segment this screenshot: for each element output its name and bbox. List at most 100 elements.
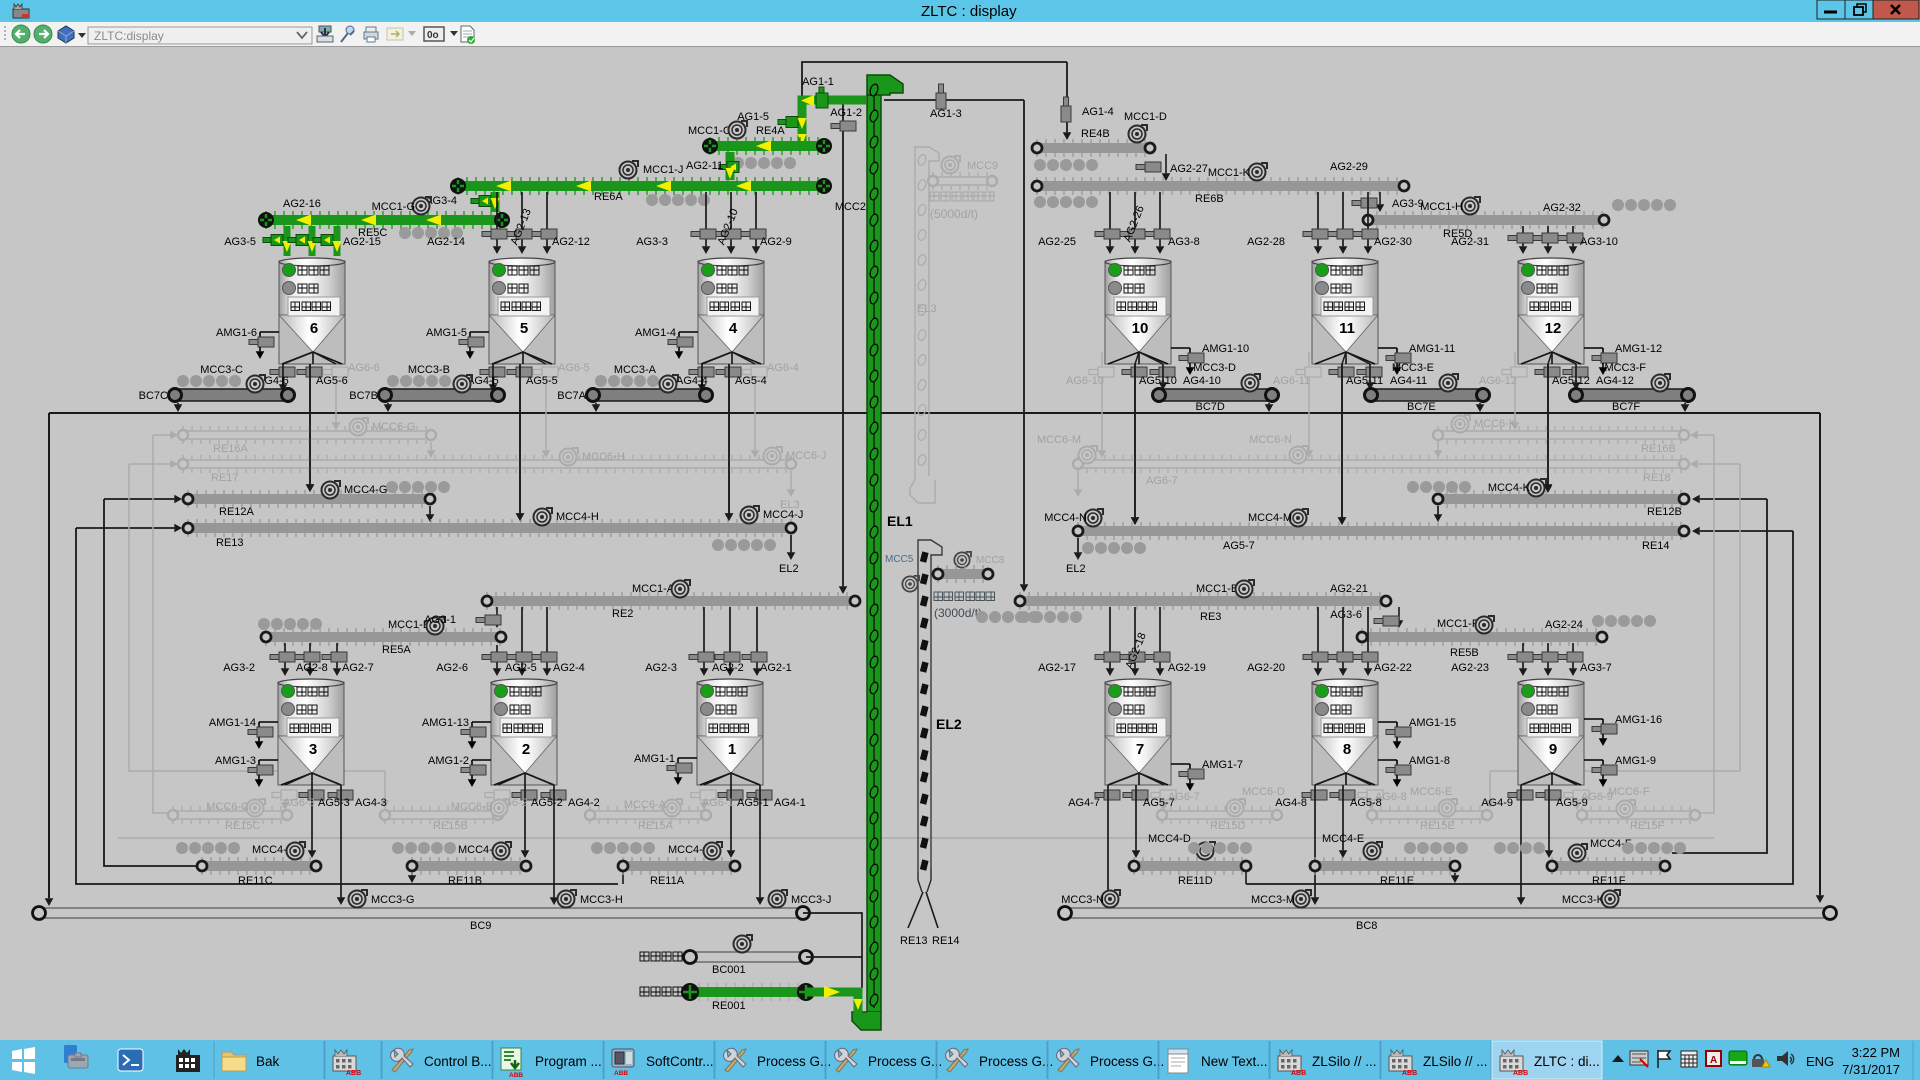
- svg-text:BC9: BC9: [470, 920, 491, 932]
- svg-text:AG5-10: AG5-10: [1139, 375, 1177, 387]
- svg-text:AG4-8: AG4-8: [1275, 797, 1307, 809]
- svg-text:RE15D: RE15D: [1210, 820, 1246, 832]
- svg-text:MCC4-E: MCC4-E: [1322, 833, 1364, 845]
- svg-text:MCC6-C: MCC6-C: [206, 801, 249, 813]
- svg-text:RE12A: RE12A: [219, 506, 255, 518]
- svg-text:AG2-24: AG2-24: [1545, 619, 1583, 631]
- svg-text:AG6-5: AG6-5: [558, 362, 590, 374]
- svg-text:EL2: EL2: [1066, 563, 1086, 575]
- svg-text:AG2-16: AG2-16: [283, 198, 321, 210]
- svg-text:Process G...: Process G...: [1090, 1054, 1164, 1069]
- svg-text:MCC6-N: MCC6-N: [1249, 434, 1292, 446]
- svg-text:RE11F: RE11F: [1592, 875, 1626, 887]
- svg-text:ENG: ENG: [1806, 1054, 1834, 1069]
- svg-text:AMG1-4: AMG1-4: [635, 327, 676, 339]
- svg-text:MCC3-J: MCC3-J: [791, 894, 831, 906]
- svg-text:RE14: RE14: [1642, 540, 1670, 552]
- svg-text:AG6-4: AG6-4: [767, 362, 799, 374]
- svg-text:MCC6-F: MCC6-F: [1608, 786, 1650, 798]
- svg-text:11: 11: [1339, 320, 1355, 337]
- svg-text:AG5-2: AG5-2: [531, 797, 563, 809]
- svg-text:MCC1-H: MCC1-H: [1420, 201, 1463, 213]
- svg-text:BC7B: BC7B: [349, 390, 378, 402]
- svg-text:AG2-7: AG2-7: [342, 662, 374, 674]
- svg-text:12: 12: [1545, 320, 1562, 337]
- svg-text:ABB: ABB: [1513, 1070, 1528, 1077]
- svg-text:MCC1-A: MCC1-A: [632, 583, 675, 595]
- svg-text:RE16B: RE16B: [1641, 443, 1676, 455]
- svg-text:AG6-1: AG6-1: [702, 797, 734, 809]
- svg-text:AG2-29: AG2-29: [1330, 161, 1368, 173]
- svg-text:MCC6-J: MCC6-J: [786, 450, 826, 462]
- svg-text:ABB: ABB: [1291, 1070, 1306, 1077]
- svg-text:EL3: EL3: [917, 303, 937, 315]
- svg-text:AG2-22: AG2-22: [1374, 662, 1412, 674]
- svg-text:ZLSilo // ...: ZLSilo // ...: [1423, 1054, 1488, 1069]
- svg-text:AG5-3: AG5-3: [318, 797, 350, 809]
- svg-text:EL1: EL1: [887, 513, 913, 529]
- svg-text:MCC6-D: MCC6-D: [1242, 786, 1285, 798]
- svg-text:BC001: BC001: [712, 964, 746, 976]
- svg-text:RE4B: RE4B: [1081, 128, 1110, 140]
- svg-text:RE15B: RE15B: [433, 820, 468, 832]
- svg-text:AG2-2: AG2-2: [712, 662, 744, 674]
- svg-text:AG4-3: AG4-3: [355, 797, 387, 809]
- svg-text:AMG1-1: AMG1-1: [634, 753, 675, 765]
- svg-text:MCC3-D: MCC3-D: [1193, 362, 1236, 374]
- svg-text:BC7E: BC7E: [1407, 401, 1436, 413]
- svg-text:SoftContr...: SoftContr...: [646, 1054, 714, 1069]
- svg-text:New Text...: New Text...: [1201, 1054, 1268, 1069]
- svg-text:MCC1-C: MCC1-C: [688, 125, 731, 137]
- svg-text:MCC3-E: MCC3-E: [1392, 362, 1434, 374]
- svg-text:MCC3-N: MCC3-N: [1061, 894, 1104, 906]
- svg-text:RE6B: RE6B: [1195, 193, 1224, 205]
- svg-text:1: 1: [728, 741, 736, 758]
- svg-text:AMG1-2: AMG1-2: [428, 755, 469, 767]
- svg-text:MCC4-G: MCC4-G: [344, 484, 387, 496]
- svg-text:AG3-9: AG3-9: [1392, 198, 1424, 210]
- svg-text:AG2-21: AG2-21: [1330, 583, 1368, 595]
- svg-text:MCC1-K: MCC1-K: [1208, 167, 1251, 179]
- svg-text:MCC3-G: MCC3-G: [371, 894, 414, 906]
- svg-text:AG6-12: AG6-12: [1479, 375, 1517, 387]
- svg-text:AG5-7: AG5-7: [1223, 540, 1255, 552]
- svg-text:MCC5: MCC5: [885, 554, 914, 565]
- svg-text:MCC6-M: MCC6-M: [1037, 434, 1081, 446]
- svg-text:AG2-8: AG2-8: [296, 662, 328, 674]
- svg-text:MCC3-A: MCC3-A: [614, 364, 657, 376]
- svg-text:AMG1-10: AMG1-10: [1202, 343, 1249, 355]
- svg-text:Process G...: Process G...: [979, 1054, 1053, 1069]
- svg-text:AMG1-13: AMG1-13: [422, 717, 469, 729]
- svg-text:MCC4-J: MCC4-J: [763, 509, 803, 521]
- svg-text:ZLSilo // ...: ZLSilo // ...: [1312, 1054, 1377, 1069]
- svg-text:AG5-1: AG5-1: [737, 797, 769, 809]
- svg-text:AG4-2: AG4-2: [568, 797, 600, 809]
- svg-text:AG2-3: AG2-3: [645, 662, 677, 674]
- svg-text:AMG1-9: AMG1-9: [1615, 755, 1656, 767]
- svg-text:AG6-7: AG6-7: [1168, 791, 1200, 803]
- svg-text:RE17: RE17: [211, 472, 239, 484]
- svg-text:AG6-3: AG6-3: [283, 797, 315, 809]
- svg-text:RE15C: RE15C: [225, 820, 261, 832]
- svg-text:EL2: EL2: [936, 716, 962, 732]
- svg-text:2: 2: [522, 741, 530, 758]
- svg-text:AG1-1: AG1-1: [802, 76, 834, 88]
- svg-text:ABB: ABB: [1402, 1070, 1417, 1077]
- svg-text:MCC1-B: MCC1-B: [1196, 583, 1238, 595]
- svg-text:Control B...: Control B...: [424, 1054, 492, 1069]
- svg-text:AG4-1: AG4-1: [774, 797, 806, 809]
- svg-text:0o: 0o: [427, 30, 439, 41]
- svg-text:5: 5: [520, 320, 528, 337]
- svg-text:Bak: Bak: [256, 1054, 280, 1069]
- svg-text:RE16A: RE16A: [213, 443, 249, 455]
- svg-text:RE11E: RE11E: [1380, 875, 1414, 887]
- svg-text:AG5-6: AG5-6: [316, 375, 348, 387]
- svg-text:AG5-4: AG5-4: [735, 375, 767, 387]
- svg-text:AG5-5: AG5-5: [526, 375, 558, 387]
- svg-text:MCC4-N: MCC4-N: [1044, 512, 1087, 524]
- svg-text:MCC4-D: MCC4-D: [1148, 833, 1191, 845]
- svg-text:AG2-28: AG2-28: [1247, 236, 1285, 248]
- svg-text:AG2-30: AG2-30: [1374, 236, 1412, 248]
- svg-text:MCC6-H: MCC6-H: [582, 451, 625, 463]
- svg-text:MCC4-K: MCC4-K: [1488, 482, 1531, 494]
